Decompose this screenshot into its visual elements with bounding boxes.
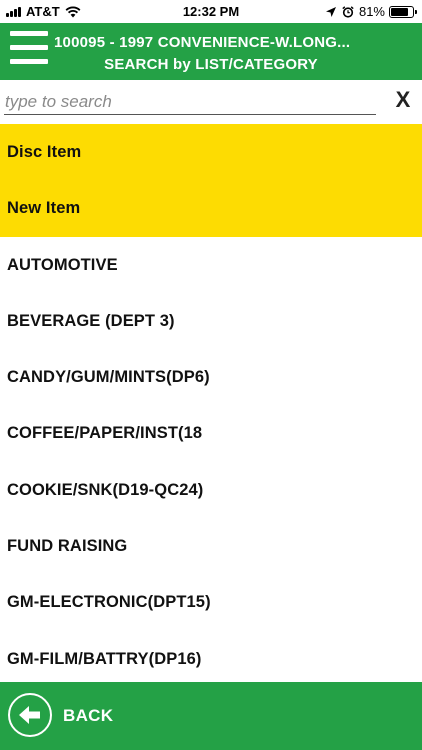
battery-percent: 81%	[358, 4, 385, 19]
battery-fill	[391, 7, 408, 16]
list-item[interactable]: AUTOMOTIVE	[0, 237, 422, 293]
page-title: 100095 - 1997 CONVENIENCE-W.LONG...	[54, 34, 351, 51]
back-button[interactable]: BACK	[0, 682, 422, 750]
clear-search-button[interactable]: X	[392, 87, 414, 113]
list-item[interactable]: BEVERAGE (DEPT 3)	[0, 293, 422, 349]
list-item[interactable]: New Item	[0, 180, 422, 237]
search-bar: X	[0, 80, 422, 124]
status-right: 81%	[325, 4, 417, 19]
app-header: 100095 - 1997 CONVENIENCE-W.LONG... SEAR…	[0, 23, 422, 80]
list-item[interactable]: GM-ELECTRONIC(DPT15)	[0, 574, 422, 630]
list-item[interactable]: GM-FILM/BATTRY(DP16)	[0, 631, 422, 687]
battery-icon	[389, 5, 417, 18]
back-button-label[interactable]: BACK	[63, 706, 113, 726]
back-arrow-icon[interactable]	[8, 693, 52, 737]
list-item[interactable]: CANDY/GUM/MINTS(DP6)	[0, 349, 422, 405]
search-input[interactable]	[4, 89, 376, 115]
location-arrow-icon	[325, 6, 336, 17]
list-item[interactable]: COOKIE/SNK(D19-QC24)	[0, 462, 422, 518]
list-item[interactable]: COFFEE/PAPER/INST(18	[0, 405, 422, 461]
status-bar: AT&T 12:32 PM 81%	[0, 0, 422, 23]
category-list: Disc Item New Item AUTOMOTIVE BEVERAGE (DEP…	[0, 124, 422, 687]
alarm-clock-icon	[342, 5, 354, 18]
list-item[interactable]: Disc Item	[0, 124, 422, 181]
page-subtitle: SEARCH by LIST/CATEGORY	[104, 56, 318, 73]
list-item[interactable]: FUND RAISING	[0, 518, 422, 574]
